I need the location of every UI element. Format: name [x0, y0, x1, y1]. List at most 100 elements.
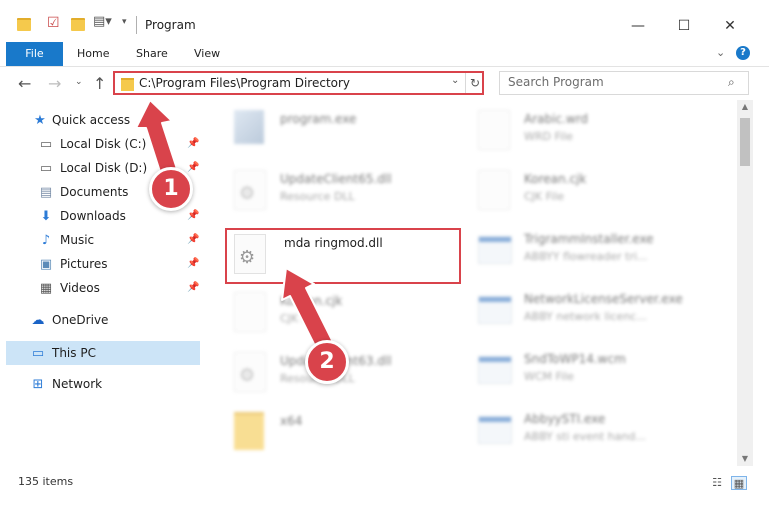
file-name: AbbyySTI.exe	[524, 412, 606, 426]
new-folder-icon[interactable]	[71, 18, 85, 31]
sidebar-item-pictures[interactable]: ▣ Pictures	[38, 253, 108, 275]
folder-icon	[121, 78, 134, 91]
search-input[interactable]	[506, 74, 720, 90]
address-bar[interactable]: C:\Program Files\Program Directory ⌄ ↻	[113, 71, 484, 95]
scroll-thumb[interactable]	[740, 118, 750, 166]
pictures-icon: ▣	[39, 256, 53, 272]
vertical-scrollbar[interactable]: ▲ ▼	[737, 100, 753, 466]
up-arrow-icon[interactable]: ↑	[93, 74, 106, 93]
videos-icon: ▦	[39, 280, 53, 296]
large-icons-view-icon[interactable]: ▦	[731, 476, 747, 490]
file-item[interactable]: Korean.cjk CJK File	[464, 164, 704, 216]
refresh-icon[interactable]: ↻	[465, 73, 484, 93]
sidebar-item-documents[interactable]: ▤ Documents	[38, 181, 129, 203]
scroll-up-icon[interactable]: ▲	[737, 100, 753, 114]
customize-toolbar-icon[interactable]: ▤▾	[93, 14, 112, 29]
sidebar-item-quick-access[interactable]: ★ Quick access	[32, 109, 130, 131]
maximize-button[interactable]: ☐	[664, 11, 704, 41]
back-arrow-icon[interactable]: ←	[18, 74, 31, 93]
details-view-icon[interactable]: ☷	[709, 476, 725, 490]
folder-icon	[17, 18, 31, 31]
sidebar-item-local-disk-d[interactable]: ▭ Local Disk (D:)	[38, 157, 147, 179]
file-item[interactable]: x64	[220, 406, 460, 458]
scroll-down-icon[interactable]: ▼	[737, 452, 753, 466]
pin-icon[interactable]: 📌	[187, 258, 199, 269]
sidebar-item-music[interactable]: ♪ Music	[38, 229, 94, 251]
file-explorer-window: ☑ ▤▾ ▾ Program — ☐ ✕ File Home Share Vie…	[0, 0, 769, 506]
file-item[interactable]: UpdateClient65.dll Resource DLL	[220, 164, 460, 216]
file-name: Korean.cjk	[280, 294, 343, 308]
file-type: Resource DLL	[280, 190, 355, 203]
wrd-file-icon	[478, 110, 510, 150]
forward-arrow-icon[interactable]: →	[48, 74, 61, 93]
item-count: 135 items	[18, 475, 74, 488]
file-type: ABBY network licenc...	[524, 310, 647, 323]
exe-file-icon	[234, 110, 264, 144]
window-title: Program	[145, 18, 196, 32]
file-item[interactable]: AbbyySTI.exe ABBY sti event hand...	[464, 404, 704, 456]
recent-locations-icon[interactable]: ⌄	[75, 77, 83, 87]
file-type: ABBY sti event hand...	[524, 430, 646, 443]
file-item[interactable]: Arabic.wrd WRD File	[464, 104, 704, 156]
sidebar-item-downloads[interactable]: ⬇ Downloads	[38, 205, 126, 227]
dll-file-icon	[234, 170, 266, 210]
help-icon[interactable]: ?	[736, 46, 750, 60]
file-name: Arabic.wrd	[524, 112, 589, 126]
sidebar-item-network[interactable]: ⊞ Network	[30, 373, 103, 395]
sidebar-item-label: Local Disk (D:)	[60, 161, 148, 175]
checkbox-properties-icon[interactable]: ☑	[47, 15, 60, 31]
sidebar-item-this-pc[interactable]: ▭ This PC	[30, 342, 96, 364]
file-type: ABBYY flowreader tri...	[524, 250, 648, 263]
file-name: SndToWP14.wcm	[524, 352, 626, 366]
cjk-file-icon	[478, 170, 510, 210]
file-item[interactable]: NetworkLicenseServer.exe ABBY network li…	[464, 284, 704, 336]
file-item[interactable]: program.exe	[220, 104, 460, 156]
sidebar-item-local-disk-c[interactable]: ▭ Local Disk (C:)	[38, 133, 146, 155]
file-type: WCM File	[524, 370, 574, 383]
pin-icon[interactable]: 📌	[187, 162, 199, 173]
file-name: x64	[280, 414, 303, 428]
highlight-callout-box	[225, 228, 461, 284]
quick-access-dropdown-icon[interactable]: ▾	[122, 17, 127, 27]
ribbon-tabs: File Home Share View ⌄ ?	[0, 42, 769, 67]
status-bar: 135 items ☷ ▦	[0, 470, 769, 496]
sidebar-item-label: Local Disk (C:)	[60, 137, 147, 151]
folder-icon	[234, 412, 264, 450]
application-icon	[478, 416, 512, 444]
address-row: ← → ⌄ ↑ C:\Program Files\Program Directo…	[0, 68, 769, 100]
close-button[interactable]: ✕	[710, 11, 750, 41]
pin-icon[interactable]: 📌	[187, 138, 199, 149]
pin-icon[interactable]: 📌	[187, 210, 199, 221]
tab-share[interactable]: Share	[136, 42, 168, 66]
sidebar-item-label: Pictures	[60, 257, 108, 271]
pin-icon[interactable]: 📌	[187, 234, 199, 245]
file-name: TrigrammInstaller.exe	[524, 232, 654, 246]
file-item[interactable]: SndToWP14.wcm WCM File	[464, 344, 704, 396]
title-separator	[136, 16, 137, 34]
pc-icon: ▭	[31, 345, 45, 361]
file-name: UpdateClient65.dll	[280, 172, 392, 186]
address-path[interactable]: C:\Program Files\Program Directory	[139, 76, 350, 90]
documents-icon: ▤	[39, 184, 53, 200]
step-2-badge: 2	[305, 340, 349, 384]
dll-file-icon	[234, 352, 266, 392]
pin-icon[interactable]: 📌	[187, 282, 199, 293]
minimize-button[interactable]: —	[618, 11, 658, 41]
step-1-badge: 1	[149, 167, 193, 211]
chevron-down-icon[interactable]: ⌄	[716, 46, 725, 59]
sidebar-item-onedrive[interactable]: ☁ OneDrive	[30, 309, 109, 331]
search-icon[interactable]: ⌕	[728, 75, 735, 90]
tab-file[interactable]: File	[6, 42, 63, 66]
file-name: program.exe	[280, 112, 357, 126]
tab-view[interactable]: View	[194, 42, 220, 66]
sidebar-item-label: Documents	[60, 185, 129, 199]
drive-icon: ▭	[39, 136, 53, 152]
search-box[interactable]: ⌕	[499, 71, 749, 95]
chevron-down-icon[interactable]: ⌄	[451, 75, 459, 86]
tab-home[interactable]: Home	[77, 42, 109, 66]
file-item[interactable]: Korean.cjk CJK File	[220, 286, 460, 338]
navigation-pane: ★ Quick access ▭ Local Disk (C:) 📌 ▭ Local …	[0, 104, 210, 466]
downloads-icon: ⬇	[40, 208, 52, 224]
file-item[interactable]: TrigrammInstaller.exe ABBYY flowreader t…	[464, 224, 704, 276]
sidebar-item-videos[interactable]: ▦ Videos	[38, 277, 100, 299]
